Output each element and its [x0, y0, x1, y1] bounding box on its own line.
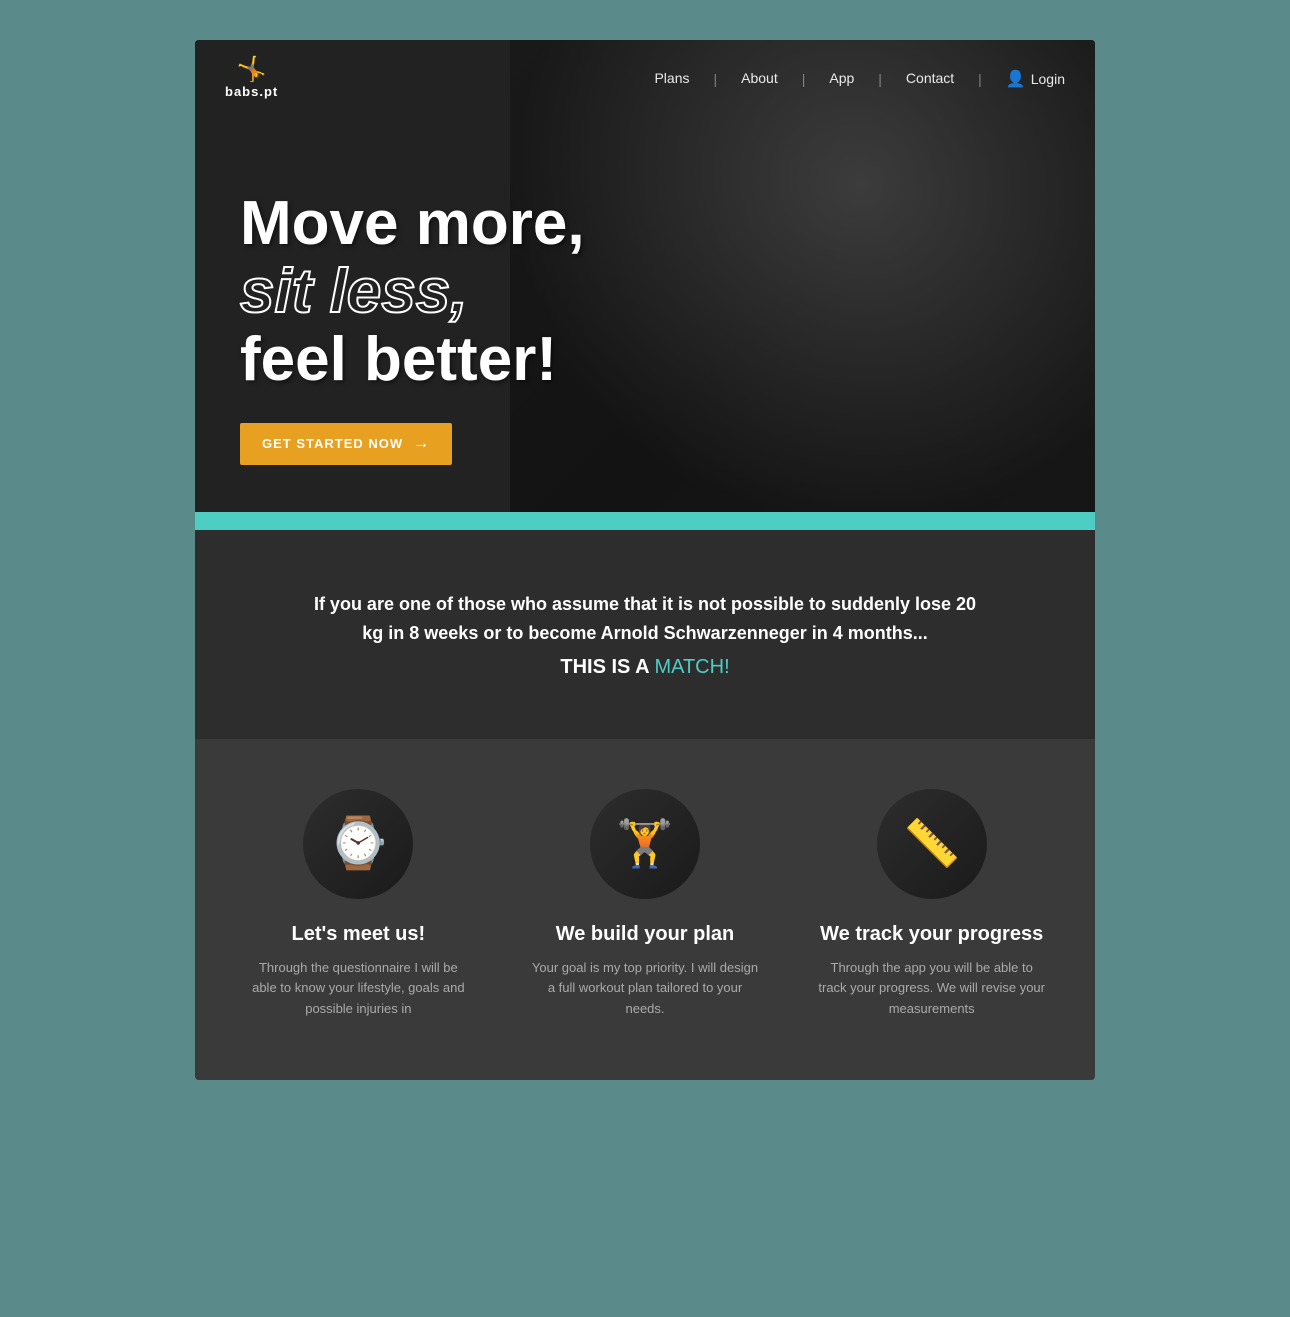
nav-link-app[interactable]: App	[829, 70, 854, 86]
get-started-button[interactable]: GET STARTED NOW →	[240, 423, 452, 465]
feature-card-track: We track your progress Through the app y…	[798, 789, 1065, 1020]
nav-link-about[interactable]: About	[741, 70, 778, 86]
cta-label: GET STARTED NOW	[262, 436, 403, 451]
hero-teal-strip	[195, 512, 1095, 530]
navbar: 🤸 babs.pt Plans | About | App | Contact	[195, 40, 1095, 117]
cta-arrow-icon: →	[413, 435, 430, 453]
feature-card-meet: Let's meet us! Through the questionnaire…	[225, 789, 492, 1020]
feature-desc-meet: Through the questionnaire I will be able…	[245, 958, 472, 1020]
nav-divider-1: |	[713, 71, 717, 87]
nav-divider-3: |	[878, 71, 882, 87]
logo[interactable]: 🤸 babs.pt	[225, 58, 278, 99]
page-wrapper: 🤸 babs.pt Plans | About | App | Contact	[195, 40, 1095, 1080]
feature-card-plan: We build your plan Your goal is my top p…	[512, 789, 779, 1020]
person-icon: 👤	[1006, 69, 1026, 89]
nav-item-app[interactable]: App	[829, 70, 854, 88]
nav-link-login[interactable]: Login	[1031, 71, 1065, 87]
dumbbell-icon	[590, 789, 700, 899]
feature-title-track: We track your progress	[820, 923, 1043, 946]
quote-section: If you are one of those who assume that …	[195, 530, 1095, 739]
logo-icon: 🤸	[237, 58, 267, 82]
hero-headline-line1: Move more,	[240, 190, 585, 258]
hero-section: 🤸 babs.pt Plans | About | App | Contact	[195, 40, 1095, 530]
nav-links: Plans | About | App | Contact | 👤 Login	[654, 69, 1065, 89]
logo-text: babs.pt	[225, 84, 278, 99]
quote-text: If you are one of those who assume that …	[305, 590, 985, 648]
quote-match: THIS IS A MATCH!	[275, 656, 1015, 679]
hero-headline-line2: sit less,	[240, 258, 585, 326]
nav-item-contact[interactable]: Contact	[906, 70, 954, 88]
nav-item-about[interactable]: About	[741, 70, 778, 88]
hero-headline-line3: feel better!	[240, 326, 585, 394]
tape-measure-icon	[877, 789, 987, 899]
quote-match-prefix: THIS IS A	[560, 656, 654, 678]
nav-link-plans[interactable]: Plans	[654, 70, 689, 86]
feature-title-plan: We build your plan	[556, 923, 735, 946]
nav-item-plans[interactable]: Plans	[654, 70, 689, 88]
nav-link-contact[interactable]: Contact	[906, 70, 954, 86]
nav-item-login[interactable]: 👤 Login	[1006, 69, 1065, 89]
nav-divider-4: |	[978, 71, 982, 87]
feature-desc-plan: Your goal is my top priority. I will des…	[532, 958, 759, 1020]
quote-match-highlight: MATCH!	[654, 656, 729, 678]
watch-icon	[303, 789, 413, 899]
features-section: Let's meet us! Through the questionnaire…	[195, 739, 1095, 1080]
feature-desc-track: Through the app you will be able to trac…	[818, 958, 1045, 1020]
feature-title-meet: Let's meet us!	[291, 923, 425, 946]
hero-content: Move more, sit less, feel better! GET ST…	[240, 190, 585, 465]
nav-divider-2: |	[802, 71, 806, 87]
